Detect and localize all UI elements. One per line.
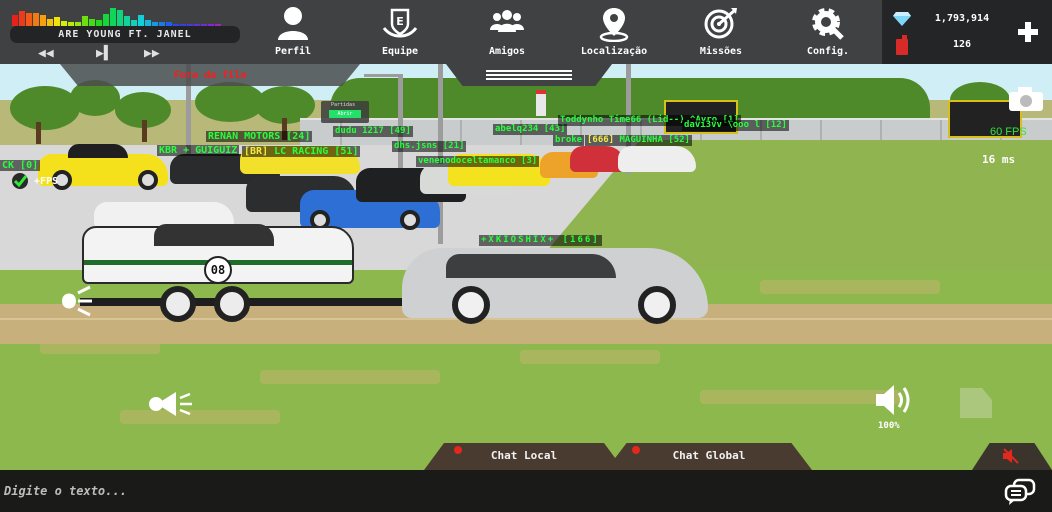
equalizer-bar [26,13,32,26]
chat-bubbles-icon[interactable] [1004,478,1036,506]
location-pin-icon [599,8,629,42]
play-pause-button[interactable]: ▶▌ [96,47,112,61]
fps-counter: 60 FPS [990,126,1027,138]
equalizer-bar [19,11,25,26]
equalizer-bar [12,15,18,26]
horn-button[interactable] [148,388,208,420]
checkmark-icon [13,175,28,188]
fuel-count: 126 [952,39,972,50]
player-nametag: CK [0] [0,160,41,171]
gear-wrench-icon [812,8,844,40]
checkered-flag-icon [486,70,572,72]
trailer-wheel [214,286,250,322]
nav-label: Amigos [488,46,526,57]
chat-bar [0,470,1052,512]
white-race-car-08: 08 [82,224,354,284]
nav-label: Equipe [381,46,419,57]
nav-missoes[interactable]: Missões [671,0,771,64]
music-player: ARE YOUNG FT. JANEL ◀◀ ▶▌ ▶▶ [8,4,240,64]
song-title: ARE YOUNG FT. JANEL [10,26,240,43]
race-menu-tab[interactable] [446,64,612,86]
partidas-panel: Partidas Abrir [321,101,369,123]
player-silver-wagon [402,248,708,324]
target-icon [704,8,737,39]
player-nametag: venenodoceltamanco [3] [416,156,540,167]
previous-track-button[interactable]: ◀◀ [38,47,54,61]
headlight-button[interactable] [58,283,94,319]
muted-speaker-icon [1003,448,1019,464]
user-icon [278,7,308,40]
equalizer-bar [138,15,144,26]
nav-perfil[interactable]: Perfil [243,0,343,64]
volume-level: 100% [878,421,900,431]
next-track-button[interactable]: ▶▶ [144,47,160,61]
player-nametag: dhs.jsns [21] [392,141,467,152]
tree-trunk [142,120,147,142]
player-nametag: KBR + GUIGUIZ [157,145,240,156]
tree-trunk [36,122,41,144]
add-currency-button[interactable] [1016,20,1040,44]
equalizer-bar [54,17,60,26]
tab-chat-local[interactable]: Chat Local [424,443,624,470]
fps-toggle-checkbox[interactable] [12,173,28,189]
equalizer-bar [103,14,109,26]
nav-label: Localização [580,46,648,57]
nav-label: Perfil [274,46,312,57]
chat-message-input[interactable] [4,480,984,502]
race-number: 08 [204,256,232,284]
equalizer [12,4,240,26]
nav-equipe[interactable]: E Equipe [350,0,450,64]
friends-icon [490,10,524,32]
tree [10,86,80,130]
volume-icon[interactable] [874,382,914,418]
queue-status: Fora da fila [174,70,247,81]
diamond-count: 1,793,914 [934,13,990,24]
svg-text:E: E [396,15,404,28]
diamond-icon [893,12,911,26]
partidas-open-button[interactable]: Abrir [329,110,361,118]
nav-localizacao[interactable]: Localização [564,0,664,64]
nav-label: Missões [699,46,743,57]
tab-label: Chat Global [672,449,746,462]
fuel-balance: 126 [892,35,1002,55]
top-bar: ARE YOUNG FT. JANEL ◀◀ ▶▌ ▶▶ Perfil E Eq… [0,0,1052,64]
player-nametag: +XKIOSHIX+ [166] [479,235,602,246]
car-door-icon[interactable] [958,386,994,420]
wallet-panel: 1,793,914 126 [882,0,1052,64]
tower [536,90,546,116]
equalizer-bar [89,19,95,26]
fps-toggle-label: +FPS [34,176,59,187]
camera-icon[interactable] [1008,86,1044,112]
equalizer-bar [110,8,116,26]
partidas-title: Partidas [331,102,356,108]
road-line [0,318,1052,320]
equalizer-bar [124,16,130,26]
white-hatchback [618,146,696,172]
light-pole [398,74,403,174]
player-nametag: davi3vv \ooo l [12] [682,120,789,131]
equalizer-bar [40,15,46,26]
equalizer-bar [82,16,88,26]
nav-label: Config. [806,46,850,57]
player-nametag: dudu 1217 [49] [333,126,413,137]
player-nametag: RENAN MOTORS [24] [206,131,313,142]
fuel-can-icon [896,35,908,55]
equalizer-bar [33,13,39,26]
tab-label: Chat Local [490,449,558,462]
equalizer-bar [117,10,123,26]
nav-config[interactable]: Config. [778,0,878,64]
tab-chat-global[interactable]: Chat Global [606,443,812,470]
player-nametag: broke [553,135,585,146]
equalizer-bar [47,19,53,26]
player-nametag: abelq234 [43] [493,124,568,135]
team-crest-icon: E [382,8,418,38]
player-nametag: [666] MAGUINHA [52] [585,135,692,146]
diamond-balance: 1,793,914 [892,10,1002,28]
ping-counter: 16 ms [982,153,1016,166]
nav-amigos[interactable]: Amigos [457,0,557,64]
lamp-arm [364,74,400,77]
player-nametag: [BR] LC RACING [51] [242,146,361,157]
trailer-wheel [160,286,196,322]
